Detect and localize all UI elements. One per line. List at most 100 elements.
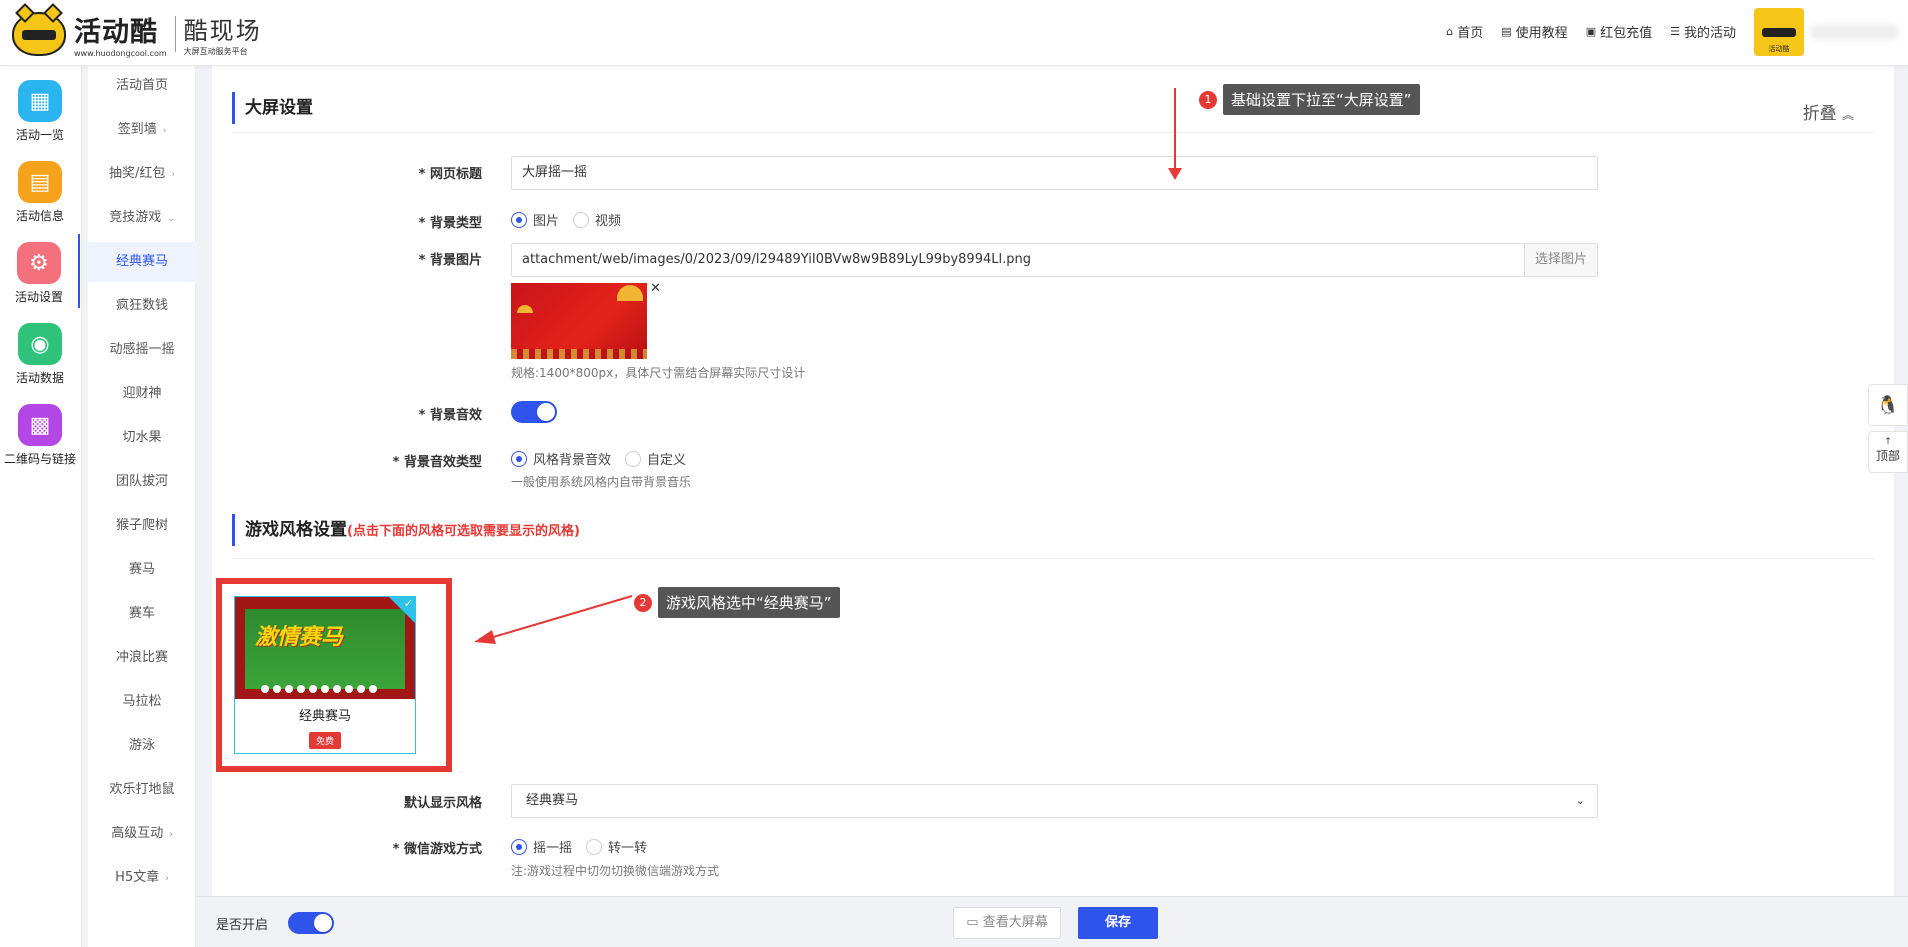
document-icon: ▤	[18, 161, 62, 203]
bg-sound-toggle[interactable]	[511, 401, 557, 423]
sub-item-monkey-climb[interactable]: 猴子爬树	[88, 506, 196, 546]
nav-tutorial[interactable]: ▤ 使用教程	[1501, 22, 1567, 41]
game-style-hint: (点击下面的风格可选取需要显示的风格)	[347, 524, 580, 539]
bg-type-radio-group: 图片 视频	[511, 210, 621, 229]
nav-home[interactable]: ⌂ 首页	[1446, 22, 1483, 41]
style-card-classic-horse-race[interactable]: 激情赛马 ✓ 经典赛马 免费	[234, 596, 416, 754]
qq-service-button[interactable]: 🐧	[1868, 384, 1908, 426]
logo[interactable]: 活动酷 www.huodongcool.com 酷现场 大屏互动服务平台	[12, 3, 262, 58]
sub-item-marathon[interactable]: 马拉松	[88, 682, 196, 722]
top-header: 活动酷 www.huodongcool.com 酷现场 大屏互动服务平台 ⌂ 首页…	[0, 0, 1908, 66]
database-icon: ◉	[18, 323, 62, 365]
top-nav: ⌂ 首页 ▤ 使用教程 ▣ 红包充值 ☰ 我的活动	[1446, 22, 1736, 41]
collapse-toggle[interactable]: 折叠 ︽	[1803, 99, 1854, 124]
sidebar-item-overview[interactable]: ▦ 活动一览	[0, 72, 80, 146]
sub-item-tug-of-war[interactable]: 团队拔河	[88, 462, 196, 502]
sub-item-h5-article[interactable]: H5文章 ›	[88, 858, 196, 898]
page-title-label: * 网页标题	[418, 167, 482, 182]
arrow-up-icon: ↑	[1884, 437, 1892, 447]
back-to-top-button[interactable]: ↑ 顶部	[1868, 431, 1908, 473]
bg-sound-label: * 背景音效	[418, 408, 482, 423]
chevron-right-icon: ›	[165, 874, 169, 884]
sub-item-shake[interactable]: 动感摇一摇	[88, 330, 196, 370]
sidebar-item-settings[interactable]: ⚙ 活动设置	[0, 234, 80, 308]
style-card-preview: 激情赛马 ✓	[235, 597, 415, 699]
bg-sound-type-label: * 背景音效类型	[392, 455, 482, 470]
bg-image-path-text: attachment/web/images/0/2023/09/l29489Yi…	[522, 252, 1031, 267]
sidebar-item-info[interactable]: ▤ 活动信息	[0, 153, 80, 227]
sub-sidebar: 活动首页 签到墙 › 抽奖/红包 › 竞技游戏 ⌄ 经典赛马 疯狂数钱 动感摇一摇 迎…	[88, 66, 196, 947]
radio-unchecked-icon	[586, 838, 603, 855]
bottom-action-bar: 是否开启 ▭ 查看大屏幕 保存	[196, 896, 1908, 947]
choose-image-button[interactable]: 选择图片	[1523, 244, 1597, 276]
sub-item-classic-horse-race[interactable]: 经典赛马	[88, 242, 196, 282]
sub-item-surfing[interactable]: 冲浪比赛	[88, 638, 196, 678]
chevron-right-icon: ›	[169, 830, 173, 840]
bg-sound-hint: 一般使用系统风格内自带背景音乐	[511, 475, 692, 489]
qq-icon: 🐧	[1876, 395, 1900, 416]
logo-url: www.huodongcool.com	[74, 49, 167, 58]
close-icon[interactable]: ✕	[650, 281, 661, 296]
chevron-right-icon: ›	[171, 170, 175, 180]
sub-item-signin-wall[interactable]: 签到墙 ›	[88, 110, 196, 150]
sub-item-crazy-money[interactable]: 疯狂数钱	[88, 286, 196, 326]
radio-checked-icon	[511, 211, 527, 228]
wallet-icon: ▣	[1585, 25, 1597, 38]
enable-toggle[interactable]	[288, 912, 334, 934]
radio-unchecked-icon	[573, 211, 590, 228]
nav-my-activities[interactable]: ☰ 我的活动	[1670, 22, 1736, 41]
sub-item-fruit-slice[interactable]: 切水果	[88, 418, 196, 458]
radio-unchecked-icon	[625, 450, 642, 467]
wechat-mode-hint: 注:游戏过程中切勿切换微信端游戏方式	[511, 864, 720, 878]
settings-content: 大屏设置 折叠 ︽ * 网页标题 大屏摇一摇 * 背景类型 图片 视频 * 背景…	[212, 66, 1894, 896]
annotation-step-2: 2 游戏风格选中“经典赛马”	[634, 587, 840, 618]
radio-checked-icon	[511, 450, 527, 467]
wechat-mode-label: * 微信游戏方式	[392, 842, 482, 857]
sub-item-activity-home[interactable]: 活动首页	[88, 66, 196, 106]
wechat-mode-radio-group: 摇一摇 转一转	[511, 837, 647, 856]
sub-item-swimming[interactable]: 游泳	[88, 726, 196, 766]
wechat-mode-rotate-radio[interactable]: 转一转	[586, 837, 647, 856]
wechat-mode-shake-radio[interactable]: 摇一摇	[511, 837, 572, 856]
radio-checked-icon	[511, 838, 527, 855]
bg-type-label: * 背景类型	[418, 216, 482, 231]
sub-item-advanced-interaction[interactable]: 高级互动 ›	[88, 814, 196, 854]
annotation-step-1: 1 基础设置下拉至“大屏设置”	[1199, 84, 1420, 115]
sub-item-lottery[interactable]: 抽奖/红包 ›	[88, 154, 196, 194]
sub-item-whack-a-mole[interactable]: 欢乐打地鼠	[88, 770, 196, 810]
avatar[interactable]: 活动酷	[1754, 8, 1804, 56]
bg-sound-custom-radio[interactable]: 自定义	[625, 449, 686, 468]
default-style-select[interactable]: 经典赛马 ⌄	[511, 784, 1598, 818]
gear-icon: ⚙	[17, 242, 61, 284]
username-blurred[interactable]	[1810, 24, 1900, 40]
chevron-down-icon: ⌄	[1575, 794, 1585, 807]
save-button[interactable]: 保存	[1078, 907, 1158, 939]
bg-sound-type-radio-group: 风格背景音效 自定义	[511, 449, 686, 468]
bg-image-path-input[interactable]: attachment/web/images/0/2023/09/l29489Yi…	[511, 243, 1598, 277]
bg-type-image-radio[interactable]: 图片	[511, 210, 559, 229]
nav-recharge[interactable]: ▣ 红包充值	[1586, 22, 1652, 41]
bg-sound-style-radio[interactable]: 风格背景音效	[511, 449, 611, 468]
check-icon: ✓	[403, 597, 413, 610]
sub-item-fortune-god[interactable]: 迎财神	[88, 374, 196, 414]
double-chevron-up-icon: ︽	[1841, 108, 1854, 122]
bg-type-video-radio[interactable]: 视频	[573, 210, 621, 229]
sub-item-horse-race[interactable]: 赛马	[88, 550, 196, 590]
home-icon: ⌂	[1446, 25, 1454, 38]
game-style-title: 游戏风格设置(点击下面的风格可选取需要显示的风格)	[232, 514, 580, 546]
sidebar-item-qrcode[interactable]: ▩ 二维码与链接	[0, 396, 80, 470]
bg-image-thumbnail[interactable]	[511, 283, 647, 359]
sub-item-car-race[interactable]: 赛车	[88, 594, 196, 634]
logo-sub-title: 酷现场	[183, 17, 262, 45]
book-icon: ▤	[1501, 25, 1512, 38]
grid-icon: ▦	[18, 80, 62, 122]
view-screen-button[interactable]: ▭ 查看大屏幕	[953, 907, 1061, 939]
sub-item-competition-games[interactable]: 竞技游戏 ⌄	[88, 198, 196, 238]
icon-sidebar: ▦ 活动一览 ▤ 活动信息 ⚙ 活动设置 ◉ 活动数据 ▩ 二维码与链接	[0, 66, 82, 947]
chevron-right-icon: ›	[162, 126, 167, 136]
page-title-input[interactable]: 大屏摇一摇	[511, 156, 1598, 190]
chevron-down-icon: ⌄	[167, 214, 175, 224]
style-card-name: 经典赛马	[298, 709, 351, 724]
style-card-art-text: 激情赛马	[255, 625, 344, 650]
sidebar-item-data[interactable]: ◉ 活动数据	[0, 315, 80, 389]
